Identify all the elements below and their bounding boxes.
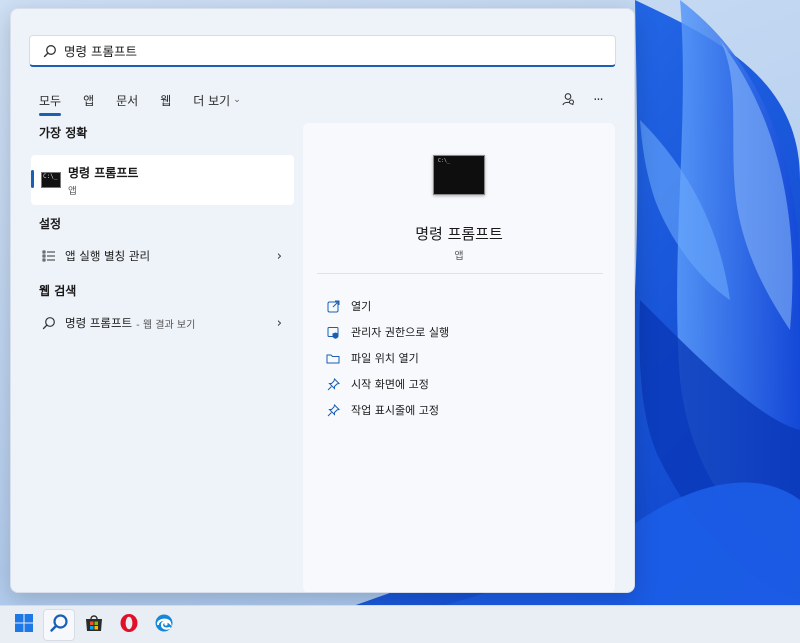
detail-app-name: 명령 프롬프트	[415, 225, 503, 243]
top-right-actions: ···	[552, 87, 612, 113]
tab-label: 앱	[83, 93, 95, 108]
taskbar	[0, 605, 800, 643]
action-open-file-location[interactable]: 파일 위치 열기	[317, 345, 449, 371]
web-search-heading: 웹 검색	[39, 284, 77, 298]
results-list: 가장 정확 C:\_ 명령 프롬프트 앱 설정 앱 실행 별칭 관리 › 웹 검…	[31, 124, 296, 339]
best-match-item[interactable]: C:\_ 명령 프롬프트 앱	[31, 155, 294, 205]
tab-web[interactable]: 웹	[160, 87, 171, 113]
pin-icon	[325, 376, 341, 392]
web-search-hint: - 웹 결과 보기	[136, 319, 196, 331]
selection-indicator	[31, 170, 34, 188]
detail-pane: C:\_ 명령 프롬프트 앱 열기 관리자 권한으로 실행 파일 위치 열기 시…	[303, 123, 615, 592]
action-pin-to-taskbar[interactable]: 작업 표시줄에 고정	[317, 397, 449, 423]
search-box[interactable]	[29, 35, 616, 67]
best-match-name: 명령 프롬프트	[68, 165, 139, 180]
command-prompt-icon: C:\_	[433, 155, 485, 195]
open-icon	[325, 298, 341, 314]
action-label: 파일 위치 열기	[351, 352, 419, 365]
settings-item-label: 앱 실행 별칭 관리	[65, 249, 151, 263]
tab-label: 문서	[116, 93, 139, 108]
tab-all[interactable]: 모두	[39, 87, 62, 116]
tab-label: 더 보기	[193, 93, 231, 108]
taskbar-opera-button[interactable]	[113, 609, 145, 641]
web-search-query: 명령 프롬프트	[65, 316, 133, 330]
filter-tabs: 모두 앱 문서 웹 더 보기 ⌄	[39, 87, 263, 116]
best-match-type: 앱	[68, 185, 77, 197]
chevron-down-icon: ⌄	[233, 95, 241, 105]
settings-item-app-alias[interactable]: 앱 실행 별칭 관리 ›	[31, 240, 296, 272]
search-icon	[49, 613, 69, 637]
windows-start-icon	[14, 613, 34, 637]
divider	[317, 273, 603, 274]
action-open[interactable]: 열기	[317, 293, 449, 319]
tab-more[interactable]: 더 보기 ⌄	[193, 87, 240, 113]
tab-documents[interactable]: 문서	[116, 87, 138, 113]
search-panel: 모두 앱 문서 웹 더 보기⌄ ··· 가장 정확 C:\_ 명령 프롬프트 앱…	[10, 8, 635, 593]
detail-app-type: 앱	[454, 251, 464, 262]
account-icon	[561, 91, 575, 110]
action-label: 작업 표시줄에 고정	[351, 404, 439, 417]
account-button[interactable]	[554, 87, 582, 113]
taskbar-edge-button[interactable]	[148, 609, 180, 641]
more-options-button[interactable]: ···	[584, 87, 612, 113]
tab-label: 모두	[39, 93, 62, 108]
tab-label: 웹	[160, 93, 172, 108]
action-pin-to-start[interactable]: 시작 화면에 고정	[317, 371, 449, 397]
chevron-right-icon: ›	[276, 315, 282, 331]
folder-icon	[325, 350, 341, 366]
microsoft-store-icon	[84, 613, 104, 637]
action-label: 시작 화면에 고정	[351, 378, 429, 391]
search-icon	[41, 315, 57, 331]
more-icon: ···	[593, 92, 603, 108]
shield-icon	[325, 324, 341, 340]
search-icon	[40, 41, 60, 61]
tab-apps[interactable]: 앱	[83, 87, 94, 113]
taskbar-start-button[interactable]	[8, 609, 40, 641]
opera-icon	[119, 613, 139, 637]
taskbar-store-button[interactable]	[78, 609, 110, 641]
edge-icon	[154, 613, 174, 637]
detail-actions: 열기 관리자 권한으로 실행 파일 위치 열기 시작 화면에 고정 작업 표시줄…	[317, 293, 449, 423]
best-match-heading: 가장 정확	[39, 126, 88, 140]
settings-heading: 설정	[39, 217, 62, 231]
search-input[interactable]	[64, 43, 584, 58]
action-run-as-admin[interactable]: 관리자 권한으로 실행	[317, 319, 449, 345]
action-label: 열기	[351, 300, 372, 313]
web-search-item[interactable]: 명령 프롬프트 - 웹 결과 보기 ›	[31, 307, 296, 339]
taskbar-search-button[interactable]	[43, 608, 75, 641]
list-icon	[41, 248, 57, 264]
pin-icon	[325, 402, 341, 418]
action-label: 관리자 권한으로 실행	[351, 326, 450, 339]
chevron-right-icon: ›	[276, 248, 282, 264]
command-prompt-icon: C:\_	[41, 172, 61, 188]
